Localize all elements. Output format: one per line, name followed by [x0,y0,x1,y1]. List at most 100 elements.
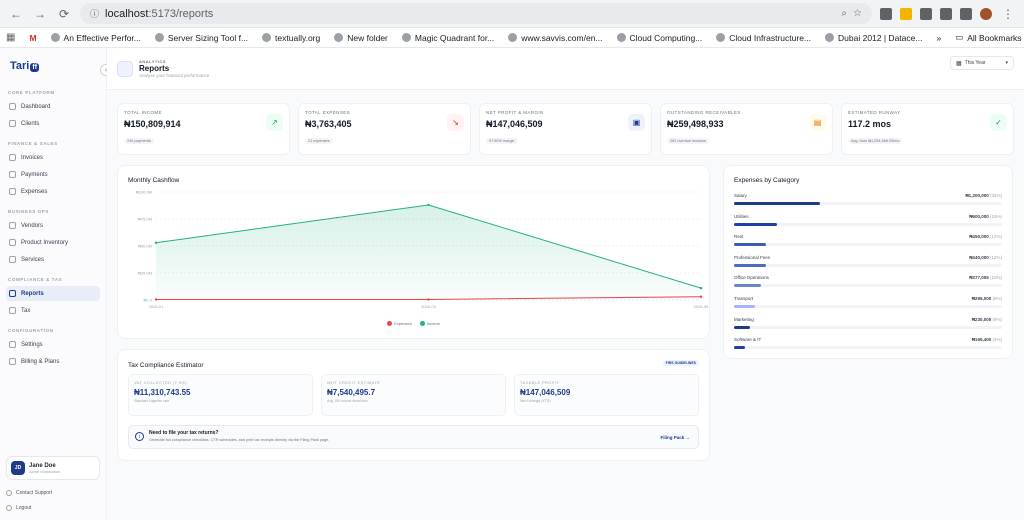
sidebar-item-dashboard[interactable]: Dashboard [6,99,100,114]
info-icon: i [135,432,144,441]
bookmark-item[interactable]: textually.org [262,33,320,43]
pen-icon[interactable] [940,7,952,20]
logout-link[interactable]: Logout [6,505,31,511]
expenses-point [699,295,703,298]
income-point [699,286,703,290]
expense-category: Office Operations [734,275,769,281]
profile-avatar-icon[interactable] [980,7,992,20]
nav-icon [9,307,16,314]
expense-row: Rent ₦450,000 (12%) [734,234,1002,248]
expense-category: Professional Fees [734,254,771,260]
user-card[interactable]: JD Jane Doe Acme corporation [6,456,100,480]
help-icon [6,490,12,496]
chevron-down-icon: ▾ [1005,60,1008,66]
bookmark-favicon-icon [262,33,272,42]
bookmark-item[interactable]: Magic Quadrant for... [401,33,494,43]
back-icon[interactable]: ← [8,6,24,22]
expense-amount: ₦295,000 (8%) [971,296,1002,301]
puzzle-icon[interactable] [960,7,972,20]
legend-expenses[interactable]: Expenses [387,321,412,326]
y-tick-label: ₦0.0 [144,298,153,303]
bookmark-item[interactable]: www.savvis.com/en... [508,33,603,43]
site-info-icon[interactable]: ⓘ [90,7,99,20]
all-bookmarks-button[interactable]: ▭ All Bookmarks [955,32,1021,43]
kpi-subtext: 261 overdue invoices [667,138,709,144]
expense-row: Professional Fees ₦440,000 (12%) [734,255,1002,269]
user-company: Acme corporation [29,468,61,474]
url-host: localhost [105,7,149,20]
kpi-label: NET PROFIT & MARGIN [486,110,544,115]
apps-icon[interactable]: ▦ [6,32,15,43]
expense-amount: ₦450,000 (12%) [969,234,1002,240]
page-title: Reports [139,64,170,73]
sidebar-item-product-inventory[interactable]: Product Inventory [6,235,100,250]
bookmark-favicon-icon [50,33,60,42]
bookmark-item[interactable]: Cloud Infrastructure... [716,33,811,43]
extension-icon[interactable] [900,7,912,20]
logo[interactable]: Tari ff [10,60,96,72]
forward-icon[interactable]: → [32,6,48,22]
user-name: Jane Doe [29,462,56,469]
sidebar-item-label: Payments [21,171,48,178]
sidebar-item-reports[interactable]: Reports [6,286,100,301]
star-icon[interactable]: ☆ [853,8,862,19]
bookmark-item[interactable]: Cloud Computing... [616,33,702,43]
expense-bar [734,284,761,288]
tax-estimate-box: VAT COLLECTED (7.5%) ₦11,310,743.55 Standa… [128,374,313,416]
sidebar-item-label: Product Inventory [21,239,69,246]
camera-icon[interactable] [920,7,932,20]
filing-pack-link[interactable]: Filing Pack → [660,435,690,440]
kpi-card: TOTAL INCOME ₦150,809,914 249 payments ↗ [117,103,290,155]
sidebar-item-payments[interactable]: Payments [6,167,100,182]
kpi-label: OUTSTANDING RECEIVABLES [667,110,741,115]
period-select[interactable]: ▦ This Year ▾ [950,56,1014,70]
bookmark-item[interactable]: New folder [334,33,388,43]
kpi-value: ₦150,809,914 [124,119,181,129]
bookmark-favicon-icon [616,33,626,42]
expense-bar [734,202,820,205]
sidebar-item-label: Billing & Plans [21,358,60,365]
gmail-icon[interactable]: M [29,33,36,43]
sidebar-item-settings[interactable]: Settings [6,337,100,352]
kpi-value: ₦3,763,405 [305,119,352,129]
bookmarks-bar: ▦ M An Effective Perfor... Server Sizing To… [0,28,1024,48]
expense-category: Transport [734,296,754,301]
x-tick-label: 2026-05 [694,304,709,309]
sidebar-item-clients[interactable]: Clients [6,116,100,131]
legend-income[interactable]: Income [419,321,440,326]
sidebar-item-expenses[interactable]: Expenses [6,184,100,199]
kpi-card: ESTIMATED RUNWAY 117.2 mos Avg. burn ₦1,25… [841,103,1014,155]
extension-icon[interactable] [880,7,892,20]
expense-bar-track [734,243,1002,247]
x-tick-label: 2026-03 [421,304,436,309]
cashflow-panel: Monthly Cashflow ₦100.0M ₦75.0M ₦50.0M ₦25.… [117,165,710,339]
menu-icon[interactable]: ⋮ [1000,6,1016,22]
reload-icon[interactable]: ⟳ [56,6,72,22]
tax-box-value: ₦7,540,495.7 [327,388,376,397]
income-point [427,203,430,207]
kpi-card: TOTAL EXPENSES ₦3,763,405 21 expenses ↘ [298,103,471,155]
expense-bar-track [734,284,1002,288]
contact-support-link[interactable]: Contact Support [6,490,52,496]
sidebar-item-label: Services [21,256,45,263]
check-circle-icon: ✓ [990,114,1007,131]
sidebar-item-tax[interactable]: Tax [6,303,100,318]
more-bookmarks-icon[interactable]: » [936,33,941,43]
y-tick-label: ₦75.0M [138,217,152,222]
kpi-label: TOTAL EXPENSES [305,110,351,115]
sidebar-item-vendors[interactable]: Vendors [6,218,100,233]
sidebar-item-services[interactable]: Services [6,252,100,267]
bookmark-item[interactable]: An Effective Perfor... [50,33,141,43]
address-bar[interactable]: ⓘ localhost:5173/reports ⌕ ☆ [80,3,872,24]
expense-bar [734,325,751,329]
sidebar-item-billing-plans[interactable]: Billing & Plans [6,354,100,369]
bookmark-favicon-icon [508,33,518,42]
sidebar-item-invoices[interactable]: Invoices [6,150,100,165]
zoom-icon[interactable]: ⌕ [841,8,847,19]
expense-amount: ₦165,400 (4%) [971,337,1002,343]
expense-bar [734,263,767,267]
bookmark-item[interactable]: Server Sizing Tool f... [154,33,248,43]
bookmark-item[interactable]: Dubai 2012 | Datace... [825,33,922,43]
sidebar-item-label: Tax [21,307,31,314]
browser-toolbar: ← → ⟳ ⓘ localhost:5173/reports ⌕ ☆ ⋮ [0,0,1024,28]
